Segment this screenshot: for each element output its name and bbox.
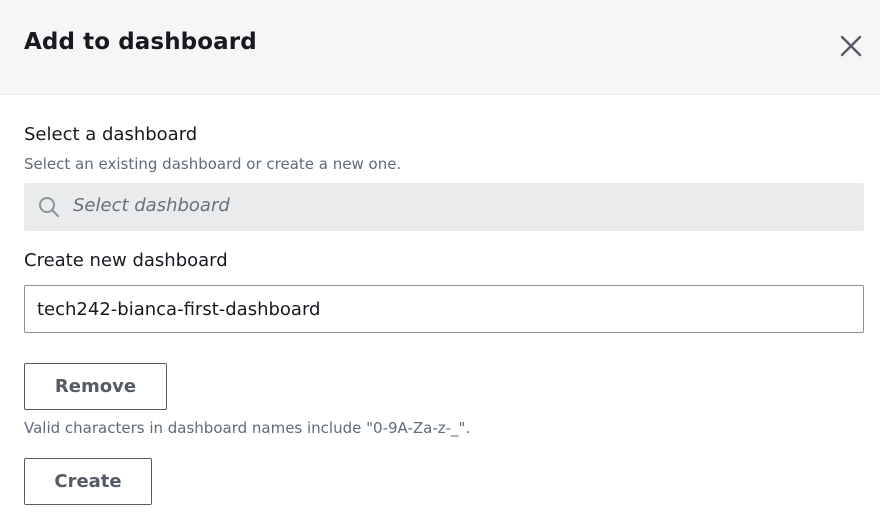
select-dashboard-description: Select an existing dashboard or create a…	[24, 155, 402, 173]
create-button[interactable]: Create	[24, 458, 152, 505]
create-dashboard-label: Create new dashboard	[24, 250, 228, 271]
select-dashboard-placeholder: Select dashboard	[73, 195, 230, 216]
search-icon	[39, 197, 60, 218]
modal-title: Add to dashboard	[24, 29, 257, 55]
close-button[interactable]	[836, 31, 866, 61]
validation-hint: Valid characters in dashboard names incl…	[24, 419, 471, 437]
close-icon[interactable]	[840, 35, 862, 57]
dashboard-name-input[interactable]	[24, 285, 864, 333]
modal-header: Add to dashboard	[0, 0, 880, 95]
remove-button[interactable]: Remove	[24, 363, 167, 410]
select-dashboard-dropdown[interactable]: Select dashboard	[24, 183, 864, 231]
select-dashboard-label: Select a dashboard	[24, 124, 198, 145]
